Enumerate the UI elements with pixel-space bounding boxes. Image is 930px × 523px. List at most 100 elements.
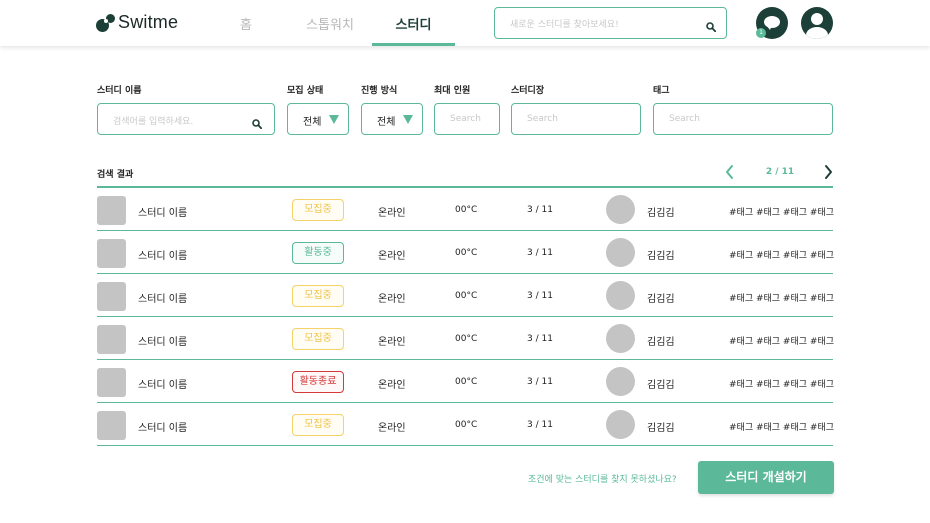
study-temperature: 00°C [455,248,478,258]
table-row[interactable]: 스터디 이름 모집중 온라인 00°C 3 / 11 김김김 #태그 #태그 #태그 #태그 [97,188,834,231]
filter-leader-input[interactable]: Search [511,103,641,135]
study-name: 스터디 이름 [138,337,188,348]
study-mode: 온라인 [378,208,406,219]
not-found-link[interactable]: 조건에 맞는 스터디를 찾지 못하셨나요? [528,472,677,485]
filter-tag-label: 태그 [653,86,670,96]
filter-name-input[interactable]: 검색어를 입력하세요. [97,103,275,135]
profile-button[interactable] [801,7,833,39]
leader-name: 김김김 [647,251,675,262]
study-tags: #태그 #태그 #태그 #태그 [729,208,834,218]
avatar [606,410,635,439]
filter-mode-value: 전체 [377,117,396,128]
member-count: 3 / 11 [527,248,553,258]
study-name: 스터디 이름 [138,294,188,305]
table-row[interactable]: 스터디 이름 모집중 온라인 00°C 3 / 11 김김김 #태그 #태그 #태그 #태그 [97,403,834,446]
avatar [606,367,635,396]
search-icon[interactable] [706,17,717,36]
avatar [606,281,635,310]
avatar [606,324,635,353]
results-label: 검색 결과 [97,170,134,180]
study-temperature: 00°C [455,334,478,344]
leader-name: 김김김 [647,380,675,391]
filter-leader-placeholder: Search [527,114,558,124]
member-count: 3 / 11 [527,420,553,430]
study-tags: #태그 #태그 #태그 #태그 [729,294,834,304]
study-name: 스터디 이름 [138,208,188,219]
study-search-input[interactable]: 새로운 스터디를 찾아보세요! [494,7,727,39]
study-tags: #태그 #태그 #태그 #태그 [729,337,834,347]
study-mode: 온라인 [378,251,406,262]
filter-mode-label: 진행 방식 [361,86,398,96]
status-badge: 활동종료 [292,371,344,393]
top-header: Switme 홈 스톱워치 스터디 새로운 스터디를 찾아보세요! 1 [0,0,930,46]
filter-mode-select[interactable]: 전체 [361,103,423,135]
table-row[interactable]: 스터디 이름 활동중 온라인 00°C 3 / 11 김김김 #태그 #태그 #태그 #태그 [97,231,834,274]
study-thumbnail [97,325,126,354]
filter-status-value: 전체 [303,117,322,128]
study-temperature: 00°C [455,291,478,301]
study-mode: 온라인 [378,294,406,305]
pagination-indicator: 2 / 11 [765,167,795,177]
filter-status-label: 모집 상태 [287,86,324,96]
study-tags: #태그 #태그 #태그 #태그 [729,251,834,261]
study-mode: 온라인 [378,380,406,391]
dropdown-triangle-icon [403,115,413,124]
avatar [606,195,635,224]
study-temperature: 00°C [455,377,478,387]
chat-badge: 1 [756,28,766,38]
filter-max-placeholder: Search [450,114,481,124]
logo-text: Switme [118,12,179,32]
nav-study[interactable]: 스터디 [372,0,455,46]
study-name: 스터디 이름 [138,251,188,262]
table-row[interactable]: 스터디 이름 모집중 온라인 00°C 3 / 11 김김김 #태그 #태그 #태그 #태그 [97,317,834,360]
avatar [606,238,635,267]
status-badge: 모집중 [292,414,344,436]
member-count: 3 / 11 [527,291,553,301]
nav-stopwatch[interactable]: 스톱워치 [300,0,360,46]
member-count: 3 / 11 [527,205,553,215]
study-name: 스터디 이름 [138,423,188,434]
chevron-right-icon[interactable] [820,163,836,181]
study-mode: 온라인 [378,423,406,434]
study-thumbnail [97,196,126,225]
study-tags: #태그 #태그 #태그 #태그 [729,423,834,433]
study-thumbnail [97,368,126,397]
status-badge: 모집중 [292,328,344,350]
search-icon[interactable] [252,114,263,133]
filter-max-label: 최대 인원 [434,86,471,96]
filter-tag-input[interactable]: Search [653,103,833,135]
leader-name: 김김김 [647,294,675,305]
filter-max-input[interactable]: Search [434,103,500,135]
filter-status-select[interactable]: 전체 [287,103,349,135]
status-badge: 모집중 [292,285,344,307]
leader-name: 김김김 [647,423,675,434]
leader-name: 김김김 [647,208,675,219]
study-temperature: 00°C [455,420,478,430]
filter-name-label: 스터디 이름 [97,86,142,96]
member-count: 3 / 11 [527,377,553,387]
profile-icon [811,13,823,25]
study-name: 스터디 이름 [138,380,188,391]
nav-home[interactable]: 홈 [226,0,266,46]
create-study-button[interactable]: 스터디 개설하기 [698,461,834,494]
study-mode: 온라인 [378,337,406,348]
study-tags: #태그 #태그 #태그 #태그 [729,380,834,390]
logo[interactable]: Switme [96,12,178,33]
search-placeholder: 새로운 스터디를 찾아보세요! [510,20,619,30]
study-thumbnail [97,282,126,311]
leader-name: 김김김 [647,337,675,348]
filter-name-placeholder: 검색어를 입력하세요. [113,117,194,127]
member-count: 3 / 11 [527,334,553,344]
filter-leader-label: 스터디장 [511,86,545,96]
logo-icon [96,13,116,33]
status-badge: 모집중 [292,199,344,221]
table-row[interactable]: 스터디 이름 모집중 온라인 00°C 3 / 11 김김김 #태그 #태그 #태그 #태그 [97,274,834,317]
study-thumbnail [97,239,126,268]
table-row[interactable]: 스터디 이름 활동종료 온라인 00°C 3 / 11 김김김 #태그 #태그 #태그 #태… [97,360,834,403]
study-temperature: 00°C [455,205,478,215]
dropdown-triangle-icon [329,115,339,124]
filter-tag-placeholder: Search [669,114,700,124]
study-thumbnail [97,411,126,440]
status-badge: 활동중 [292,242,344,264]
chevron-left-icon[interactable] [722,163,738,181]
